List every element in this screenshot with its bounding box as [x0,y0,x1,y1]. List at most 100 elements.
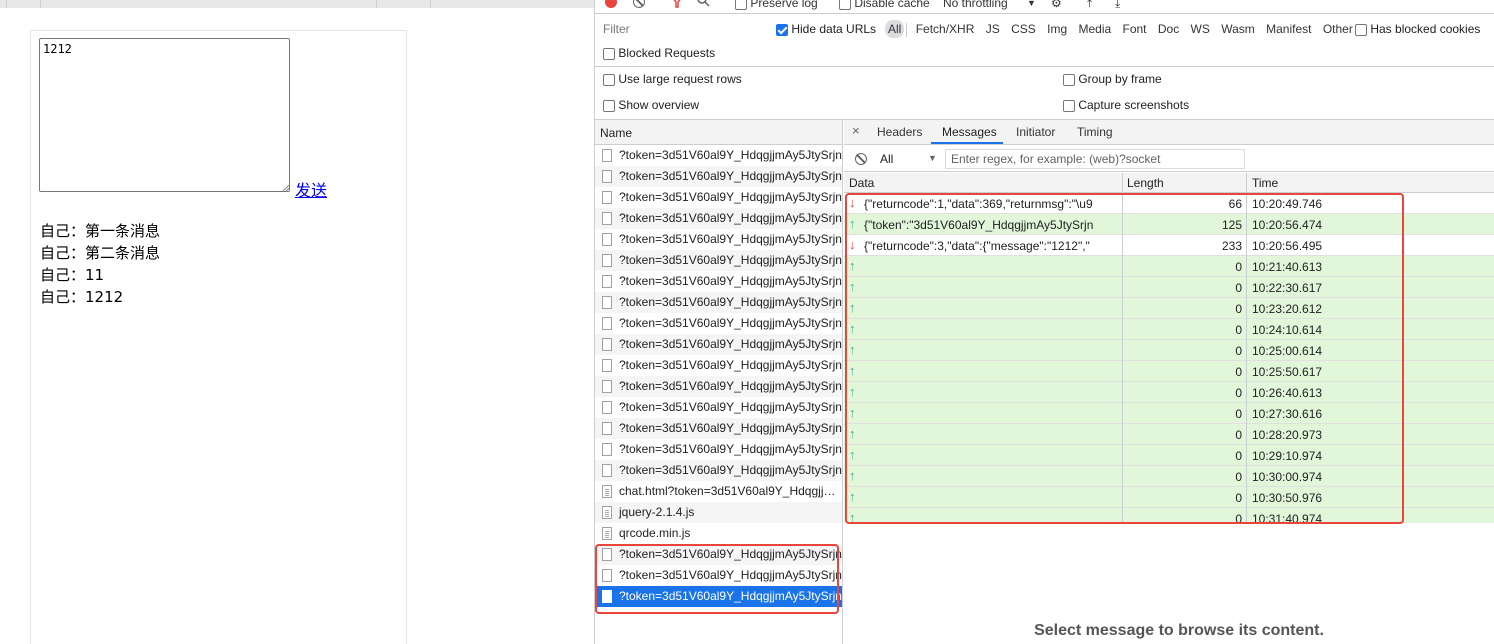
show-overview-checkbox[interactable]: Show overview [603,98,699,112]
message-row[interactable]: ↑ 0 10:30:00.974 [844,466,1494,487]
group-by-frame-checkbox[interactable]: Group by frame [1063,72,1162,86]
message-length: 0 [1235,449,1242,463]
message-row[interactable]: ↑ 0 10:28:20.973 [844,424,1494,445]
chevron-down-icon[interactable]: ▼ [928,153,937,163]
close-icon[interactable]: × [852,123,860,138]
tab-messages[interactable]: Messages [942,125,997,139]
request-row[interactable]: ?token=3d51V60al9Y_HdqgjjmAy5JtySrjn [595,397,842,418]
export-har-icon[interactable]: ⤓ [1115,0,1120,11]
message-row[interactable]: ↑ 0 10:30:50.976 [844,487,1494,508]
message-row[interactable]: ↑ 0 10:26:40.613 [844,382,1494,403]
filter-icon[interactable] [670,0,684,8]
message-filter-bar: All ▼ [844,146,1494,172]
throttling-select[interactable]: No throttling [943,0,1008,10]
type-filter-css[interactable]: CSS [1008,20,1039,38]
message-data: {"token":"3d51V60al9Y_HdqgjjmAy5JtySrjn [864,218,1094,232]
request-row[interactable]: qrcode.min.js [595,523,842,544]
request-row[interactable]: ?token=3d51V60al9Y_HdqgjjmAy5JtySrjn [595,439,842,460]
resize-grip-icon[interactable] [282,184,289,191]
message-row[interactable]: ↑ 0 10:25:50.617 [844,361,1494,382]
request-row[interactable]: chat.html?token=3d51V60al9Y_HdqgjjmAy5Jt… [595,481,842,502]
message-type-select[interactable]: All [880,152,893,166]
request-row[interactable]: ?token=3d51V60al9Y_HdqgjjmAy5JtySrjn [595,460,842,481]
message-row[interactable]: ↑ 0 10:24:10.614 [844,319,1494,340]
message-row[interactable]: ↑ 0 10:31:40.974 [844,508,1494,523]
clear-icon[interactable] [633,0,645,8]
request-row[interactable]: ?token=3d51V60al9Y_HdqgjjmAy5JtySrjn [595,292,842,313]
name-column-header[interactable]: Name [595,120,842,145]
large-request-rows-checkbox[interactable]: Use large request rows [603,72,742,86]
request-name: qrcode.min.js [619,526,691,540]
request-row[interactable]: ?token=3d51V60al9Y_HdqgjjmAy5JtySrjn [595,355,842,376]
import-har-icon[interactable]: ⤒ [1087,0,1092,11]
clear-messages-icon[interactable] [855,153,867,165]
type-filter-media[interactable]: Media [1075,20,1114,38]
message-row[interactable]: ↓ {"returncode":1,"data":369,"returnmsg":… [844,193,1494,214]
has-blocked-cookies-checkbox[interactable]: Has blocked cookies [1355,22,1480,36]
request-row[interactable]: ?token=3d51V60al9Y_HdqgjjmAy5JtySrjn [595,418,842,439]
send-link[interactable]: 发送 [295,177,327,201]
tab-initiator[interactable]: Initiator [1016,125,1055,139]
type-filter-font[interactable]: Font [1120,20,1150,38]
request-row[interactable]: ?token=3d51V60al9Y_HdqgjjmAy5JtySrjn [595,166,842,187]
type-filter-manifest[interactable]: Manifest [1263,20,1314,38]
message-row[interactable]: ↓ {"returncode":3,"data":{"message":"1212… [844,235,1494,256]
throttling-dropdown-icon[interactable]: ▼ [1027,0,1036,8]
request-row[interactable]: ?token=3d51V60al9Y_HdqgjjmAy5JtySrjn [595,271,842,292]
request-row[interactable]: ?token=3d51V60al9Y_HdqgjjmAy5JtySrjn [595,313,842,334]
type-filter-js[interactable]: JS [983,20,1003,38]
message-row[interactable]: ↑ 0 10:27:30.616 [844,403,1494,424]
tab-headers[interactable]: Headers [877,125,922,139]
request-row[interactable]: ?token=3d51V60al9Y_HdqgjjmAy5JtySrjn [595,145,842,166]
preserve-log-checkbox[interactable]: Preserve log [735,0,818,10]
tab-timing[interactable]: Timing [1077,125,1113,139]
request-row[interactable]: ?token=3d51V60al9Y_HdqgjjmAy5JtySrjn [595,334,842,355]
message-row[interactable]: ↑ 0 10:23:20.612 [844,298,1494,319]
request-row[interactable]: ?token=3d51V60al9Y_HdqgjjmAy5JtySrjn [595,376,842,397]
request-row[interactable]: ?token=3d51V60al9Y_HdqgjjmAy5JtySrjn [595,565,842,586]
type-filter-ws[interactable]: WS [1188,20,1213,38]
message-row[interactable]: ↑ 0 10:29:10.974 [844,445,1494,466]
request-row[interactable]: ?token=3d51V60al9Y_HdqgjjmAy5JtySrjn [595,229,842,250]
type-filter-other[interactable]: Other [1320,20,1356,38]
message-length: 0 [1235,512,1242,523]
blocked-requests-checkbox[interactable]: Blocked Requests [603,46,715,60]
filter-input[interactable] [597,20,763,38]
arrow-up-icon: ↑ [849,489,856,504]
hide-data-urls-checkbox[interactable]: Hide data URLs [776,22,876,36]
data-column-header[interactable]: Data [849,176,874,190]
message-row[interactable]: ↑ {"token":"3d51V60al9Y_HdqgjjmAy5JtySrjn… [844,214,1494,235]
message-regex-input[interactable] [945,149,1245,169]
column-divider [1246,173,1247,523]
request-row[interactable]: ?token=3d51V60al9Y_HdqgjjmAy5JtySrjn [595,187,842,208]
type-filter-fetch-xhr[interactable]: Fetch/XHR [913,20,978,38]
file-icon [602,548,612,561]
length-column-header[interactable]: Length [1127,176,1164,190]
capture-screenshots-checkbox[interactable]: Capture screenshots [1063,98,1189,112]
record-icon[interactable] [605,0,617,8]
type-filter-all[interactable]: All [885,20,905,38]
arrow-up-icon: ↑ [849,342,856,357]
message-row[interactable]: ↑ 0 10:22:30.617 [844,277,1494,298]
message-row[interactable]: ↑ 0 10:21:40.613 [844,256,1494,277]
message-textarea[interactable]: 1212 [39,38,290,192]
request-row[interactable]: ?token=3d51V60al9Y_HdqgjjmAy5JtySrjn [595,250,842,271]
disable-cache-checkbox[interactable]: Disable cache [839,0,930,10]
request-name: ?token=3d51V60al9Y_HdqgjjmAy5JtySrjn [619,169,842,183]
request-row[interactable]: ?token=3d51V60al9Y_HdqgjjmAy5JtySrjn [595,586,842,607]
file-icon [602,359,612,372]
message-row[interactable]: ↑ 0 10:25:00.614 [844,340,1494,361]
file-icon [602,380,612,393]
request-row[interactable]: ?token=3d51V60al9Y_HdqgjjmAy5JtySrjn [595,208,842,229]
request-row[interactable]: ?token=3d51V60al9Y_HdqgjjmAy5JtySrjn [595,544,842,565]
type-filter-doc[interactable]: Doc [1155,20,1182,38]
search-icon[interactable] [697,0,710,8]
request-row[interactable]: jquery-2.1.4.js [595,502,842,523]
messages-table: Data Length Time ↓ {"returncode":1,"data"… [844,173,1494,523]
type-filter-wasm[interactable]: Wasm [1218,20,1258,38]
file-icon [602,443,612,456]
message-time: 10:26:40.613 [1252,386,1323,400]
network-conditions-icon[interactable]: ⚙ [1051,0,1062,10]
type-filter-img[interactable]: Img [1044,20,1070,38]
time-column-header[interactable]: Time [1252,176,1278,190]
